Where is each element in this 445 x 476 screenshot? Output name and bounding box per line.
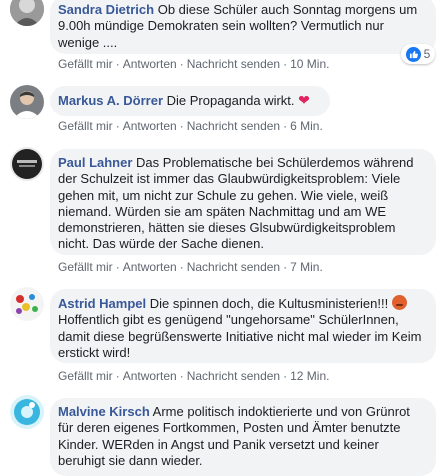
send-message-link[interactable]: Nachricht senden [187, 57, 280, 71]
separator: · [115, 260, 120, 274]
comment-actions: Gefällt mir · Antworten · Nachricht senden · 6… [58, 119, 323, 133]
separator: · [115, 119, 120, 133]
comment-bubble: Markus A. Dörrer Die Propaganda wirkt. ❤ [50, 86, 330, 116]
comment-time[interactable]: 12 Min. [290, 369, 329, 383]
comment-actions: Gefällt mir · Antworten · Nachricht senden · 1… [58, 369, 329, 383]
heart-emoji-icon: ❤ [298, 92, 310, 108]
comment-author[interactable]: Sandra Dietrich [58, 2, 154, 17]
comment-time[interactable]: 7 Min. [290, 260, 323, 274]
separator: · [179, 119, 184, 133]
avatar[interactable] [10, 85, 44, 119]
like-link[interactable]: Gefällt mir [58, 119, 113, 133]
separator: · [179, 369, 184, 383]
separator: · [115, 369, 120, 383]
comment-author[interactable]: Paul Lahner [58, 155, 132, 170]
like-link[interactable]: Gefällt mir [58, 57, 113, 71]
comment-text: Die spinnen doch, die Kultusministerien!… [149, 296, 389, 311]
comment-bubble: Malvine Kirsch Arme politisch indoktieri… [50, 398, 436, 476]
reaction-badge[interactable]: 5 [401, 44, 435, 64]
separator: · [115, 57, 120, 71]
reply-link[interactable]: Antworten [123, 119, 177, 133]
comment-text: Die Propaganda wirkt. [166, 93, 295, 108]
separator: · [283, 119, 288, 133]
reply-link[interactable]: Antworten [123, 369, 177, 383]
comment-author[interactable]: Markus A. Dörrer [58, 93, 163, 108]
send-message-link[interactable]: Nachricht senden [187, 369, 280, 383]
separator: · [283, 57, 288, 71]
comment-bubble: Paul Lahner Das Problematische bei Schül… [50, 149, 436, 255]
avatar[interactable] [10, 0, 44, 26]
separator: · [283, 260, 288, 274]
separator: · [179, 57, 184, 71]
reply-link[interactable]: Antworten [123, 260, 177, 274]
separator: · [283, 369, 288, 383]
reaction-count: 5 [423, 47, 431, 61]
like-icon [405, 46, 421, 62]
comment-author[interactable]: Astrid Hampel [58, 296, 146, 311]
angry-emoji-icon [391, 295, 407, 310]
like-link[interactable]: Gefällt mir [58, 369, 113, 383]
avatar[interactable] [10, 287, 44, 321]
send-message-link[interactable]: Nachricht senden [187, 119, 280, 133]
separator: · [179, 260, 184, 274]
avatar[interactable] [10, 147, 44, 181]
comment-text-continued: Hoffentlich gibt es genügend "ungehorsam… [58, 312, 422, 360]
reply-link[interactable]: Antworten [123, 57, 177, 71]
comment-actions: Gefällt mir · Antworten · Nachricht senden · 1… [58, 57, 329, 71]
comment-bubble: Astrid Hampel Die spinnen doch, die Kult… [50, 289, 436, 363]
comment-actions: Gefällt mir · Antworten · Nachricht senden · 7… [58, 260, 323, 274]
comment-time[interactable]: 6 Min. [290, 119, 323, 133]
avatar[interactable] [10, 395, 44, 429]
comment-time[interactable]: 10 Min. [290, 57, 329, 71]
comment-bubble: Sandra Dietrich Ob diese Schüler auch So… [50, 0, 436, 54]
like-link[interactable]: Gefällt mir [58, 260, 113, 274]
comment-author[interactable]: Malvine Kirsch [58, 404, 150, 419]
send-message-link[interactable]: Nachricht senden [187, 260, 280, 274]
